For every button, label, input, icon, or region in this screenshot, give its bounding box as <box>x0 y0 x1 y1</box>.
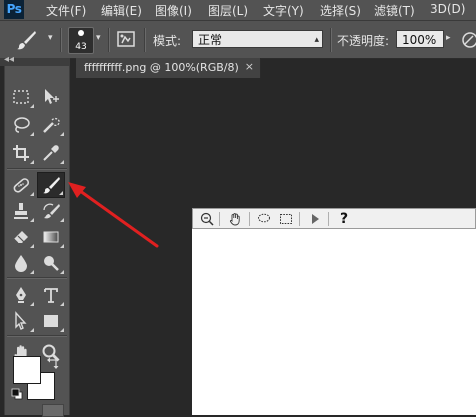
move-icon <box>45 89 59 104</box>
document-tab-title: ffffffffff.png @ 100%(RGB/8) <box>84 61 239 74</box>
brush-size-picker[interactable]: 43 <box>68 27 94 54</box>
chevron-down-icon[interactable]: ▾ <box>48 33 53 43</box>
brush-panel-icon <box>117 31 135 47</box>
rectangle-tool[interactable] <box>37 308 65 334</box>
help-button[interactable]: ? <box>336 211 352 227</box>
menu-filter[interactable]: 滤镜(T) <box>374 2 415 19</box>
brush-icon <box>17 31 36 50</box>
tool-preset-picker[interactable] <box>14 28 40 52</box>
toolbar-collapse-strip[interactable]: ◂◂ <box>0 54 70 66</box>
default-colors-icon <box>11 388 23 400</box>
default-colors-button[interactable] <box>11 388 23 400</box>
blend-mode-value: 正常 <box>198 33 223 47</box>
menu-file[interactable]: 文件(F) <box>46 2 86 19</box>
quick-mask-button[interactable] <box>42 404 64 417</box>
opacity-label: 不透明度: <box>337 34 390 48</box>
swap-colors-button[interactable] <box>46 356 60 370</box>
path-selection-tool[interactable] <box>7 308 35 334</box>
quick-selection-tool[interactable] <box>37 112 65 138</box>
mode-label: 模式: <box>153 34 182 48</box>
help-icon: ? <box>339 211 349 227</box>
blur-tool[interactable] <box>7 250 35 276</box>
path-selection-icon <box>15 311 27 330</box>
close-icon[interactable]: × <box>245 60 254 73</box>
opacity-input[interactable]: 100% <box>396 30 444 48</box>
history-brush-icon <box>43 203 60 219</box>
type-tool[interactable] <box>37 282 65 308</box>
collapse-icon: ◂◂ <box>4 54 15 65</box>
quick-selection-icon <box>43 117 60 133</box>
divider <box>144 28 146 52</box>
divider <box>330 28 332 52</box>
pen-icon <box>16 287 26 303</box>
swap-arrows-icon <box>47 357 59 369</box>
pressure-icon <box>462 32 476 48</box>
image-viewer-toolbar: ? <box>192 208 476 229</box>
pressure-opacity-button[interactable] <box>460 31 476 49</box>
divider <box>108 28 110 52</box>
marquee-tool[interactable] <box>7 84 35 110</box>
water-drop-icon <box>15 255 27 272</box>
menu-3d[interactable]: 3D(D) <box>430 2 465 16</box>
play-button[interactable] <box>307 211 323 227</box>
lasso-select-button[interactable] <box>256 211 272 227</box>
menu-select[interactable]: 选择(S) <box>320 2 361 19</box>
type-icon <box>44 288 58 303</box>
zoom-out-button[interactable] <box>199 211 215 227</box>
zoom-out-icon <box>200 212 214 226</box>
brush-size-value: 43 <box>75 42 87 52</box>
brush-tip-icon <box>78 30 84 36</box>
rectangular-marquee-icon <box>13 90 29 104</box>
menu-image[interactable]: 图像(I) <box>155 2 192 19</box>
healing-brush-tool[interactable] <box>7 172 35 198</box>
menu-bar: Ps 文件(F) 编辑(E) 图像(I) 图层(L) 文字(Y) 选择(S) 滤… <box>0 0 476 21</box>
eyedropper-tool[interactable] <box>37 140 65 166</box>
lasso-icon <box>14 117 30 133</box>
brush-panel-toggle[interactable] <box>116 29 138 51</box>
menu-layer[interactable]: 图层(L) <box>208 2 248 19</box>
eraser-tool[interactable] <box>7 224 35 250</box>
image-canvas[interactable] <box>192 229 476 415</box>
gradient-icon <box>43 231 59 243</box>
updown-arrows-icon: ▴ <box>314 35 319 45</box>
foreground-color-swatch[interactable] <box>13 356 41 384</box>
crop-tool[interactable] <box>7 140 35 166</box>
bandage-icon <box>13 178 30 193</box>
move-tool[interactable] <box>37 84 65 110</box>
rect-select-button[interactable] <box>278 211 294 227</box>
play-icon <box>312 214 319 224</box>
lasso-tool[interactable] <box>7 112 35 138</box>
pan-button[interactable] <box>227 211 243 227</box>
chevron-down-icon[interactable]: ▾ <box>96 33 101 43</box>
pen-tool[interactable] <box>7 282 35 308</box>
photoshop-logo: Ps <box>4 0 24 19</box>
annotation-arrow <box>68 182 159 248</box>
eraser-icon <box>13 231 28 244</box>
dodge-icon <box>44 256 59 271</box>
opacity-slider-toggle[interactable]: ▸ <box>446 33 451 43</box>
eyedropper-icon <box>43 145 59 161</box>
clone-stamp-tool[interactable] <box>7 198 35 224</box>
options-bar: ▾ 43 ▾ 模式: 正常 ▴ 不透明度: 100% ▸ <box>0 21 476 59</box>
brush-icon <box>43 177 60 194</box>
rect-select-icon <box>280 214 292 224</box>
rectangle-icon <box>44 315 58 327</box>
blend-mode-select[interactable]: 正常 ▴ <box>192 30 323 48</box>
opacity-value: 100% <box>402 33 437 47</box>
divider <box>60 28 62 52</box>
hand-icon <box>229 213 240 226</box>
crop-icon <box>13 145 29 161</box>
document-tab[interactable]: ffffffffff.png @ 100%(RGB/8) × <box>76 58 261 78</box>
stamp-icon <box>14 203 28 219</box>
lasso-icon <box>258 213 270 223</box>
menu-edit[interactable]: 编辑(E) <box>101 2 142 19</box>
menu-type[interactable]: 文字(Y) <box>263 2 304 19</box>
